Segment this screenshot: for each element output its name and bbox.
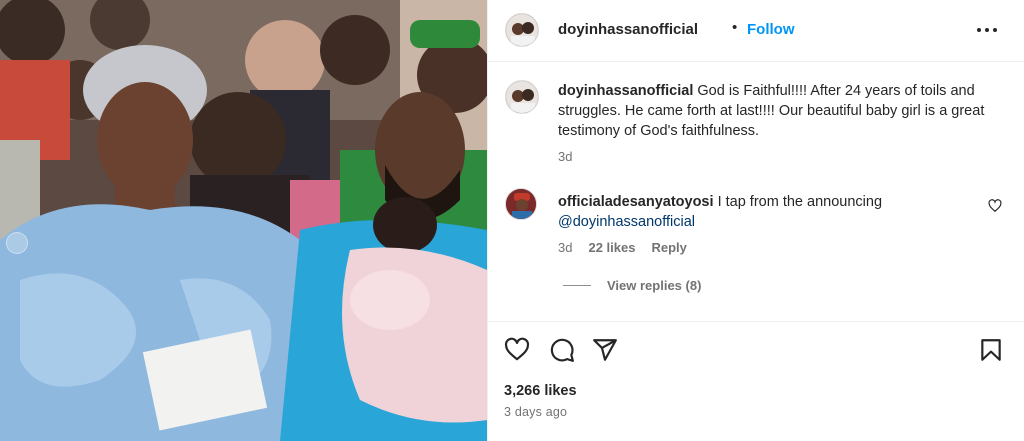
comment-text: I tap from the announcing — [717, 194, 883, 210]
comment-mention[interactable]: @doyinhassanofficial — [558, 214, 695, 230]
comment-reply-button[interactable]: Reply — [651, 240, 686, 255]
comment-icon[interactable] — [549, 337, 575, 363]
post-photo[interactable] — [0, 0, 487, 441]
post-caption: doyinhassanofficial God is Faithful!!!! … — [558, 81, 998, 141]
follow-button[interactable]: Follow — [747, 21, 795, 38]
comment-like-heart-icon[interactable] — [988, 199, 1002, 213]
post-header: doyinhassanofficial • Follow — [488, 0, 1024, 62]
view-replies-button[interactable]: View replies (8) — [563, 278, 701, 293]
avatar-illustration — [506, 81, 538, 113]
avatar-illustration — [506, 189, 536, 219]
view-replies-line — [563, 285, 591, 286]
view-replies-label: View replies (8) — [607, 278, 702, 293]
author-avatar[interactable] — [505, 13, 539, 47]
avatar-illustration — [506, 14, 538, 46]
heart-icon[interactable] — [504, 337, 530, 363]
post-actions: 3,266 likes 3 days ago — [488, 321, 1024, 441]
comment-username[interactable]: officialadesanyatoyosi — [558, 194, 714, 210]
send-icon[interactable] — [592, 337, 618, 363]
comment-likes[interactable]: 22 likes — [588, 240, 635, 255]
separator-dot: • — [732, 19, 738, 36]
comment-time[interactable]: 3d — [558, 240, 572, 255]
commenter-avatar[interactable] — [505, 188, 537, 220]
comment-meta: 3d 22 likes Reply — [558, 240, 687, 255]
caption-time[interactable]: 3d — [558, 149, 572, 164]
caption-username[interactable]: doyinhassanofficial — [558, 83, 693, 99]
more-horizontal-icon[interactable] — [975, 22, 999, 38]
comment: officialadesanyatoyosi I tap from the an… — [558, 192, 978, 232]
photo-illustration — [0, 0, 487, 441]
caption-author-avatar[interactable] — [505, 80, 539, 114]
instagram-post: doyinhassanofficial • Follow doyinhassan… — [0, 0, 1024, 441]
post-details-panel: doyinhassanofficial • Follow doyinhassan… — [487, 0, 1024, 441]
bookmark-icon[interactable] — [978, 337, 1004, 363]
carousel-prev-button[interactable] — [6, 232, 28, 254]
likes-count[interactable]: 3,266 likes — [504, 383, 577, 399]
author-username[interactable]: doyinhassanofficial — [558, 21, 698, 38]
post-date[interactable]: 3 days ago — [504, 405, 567, 419]
